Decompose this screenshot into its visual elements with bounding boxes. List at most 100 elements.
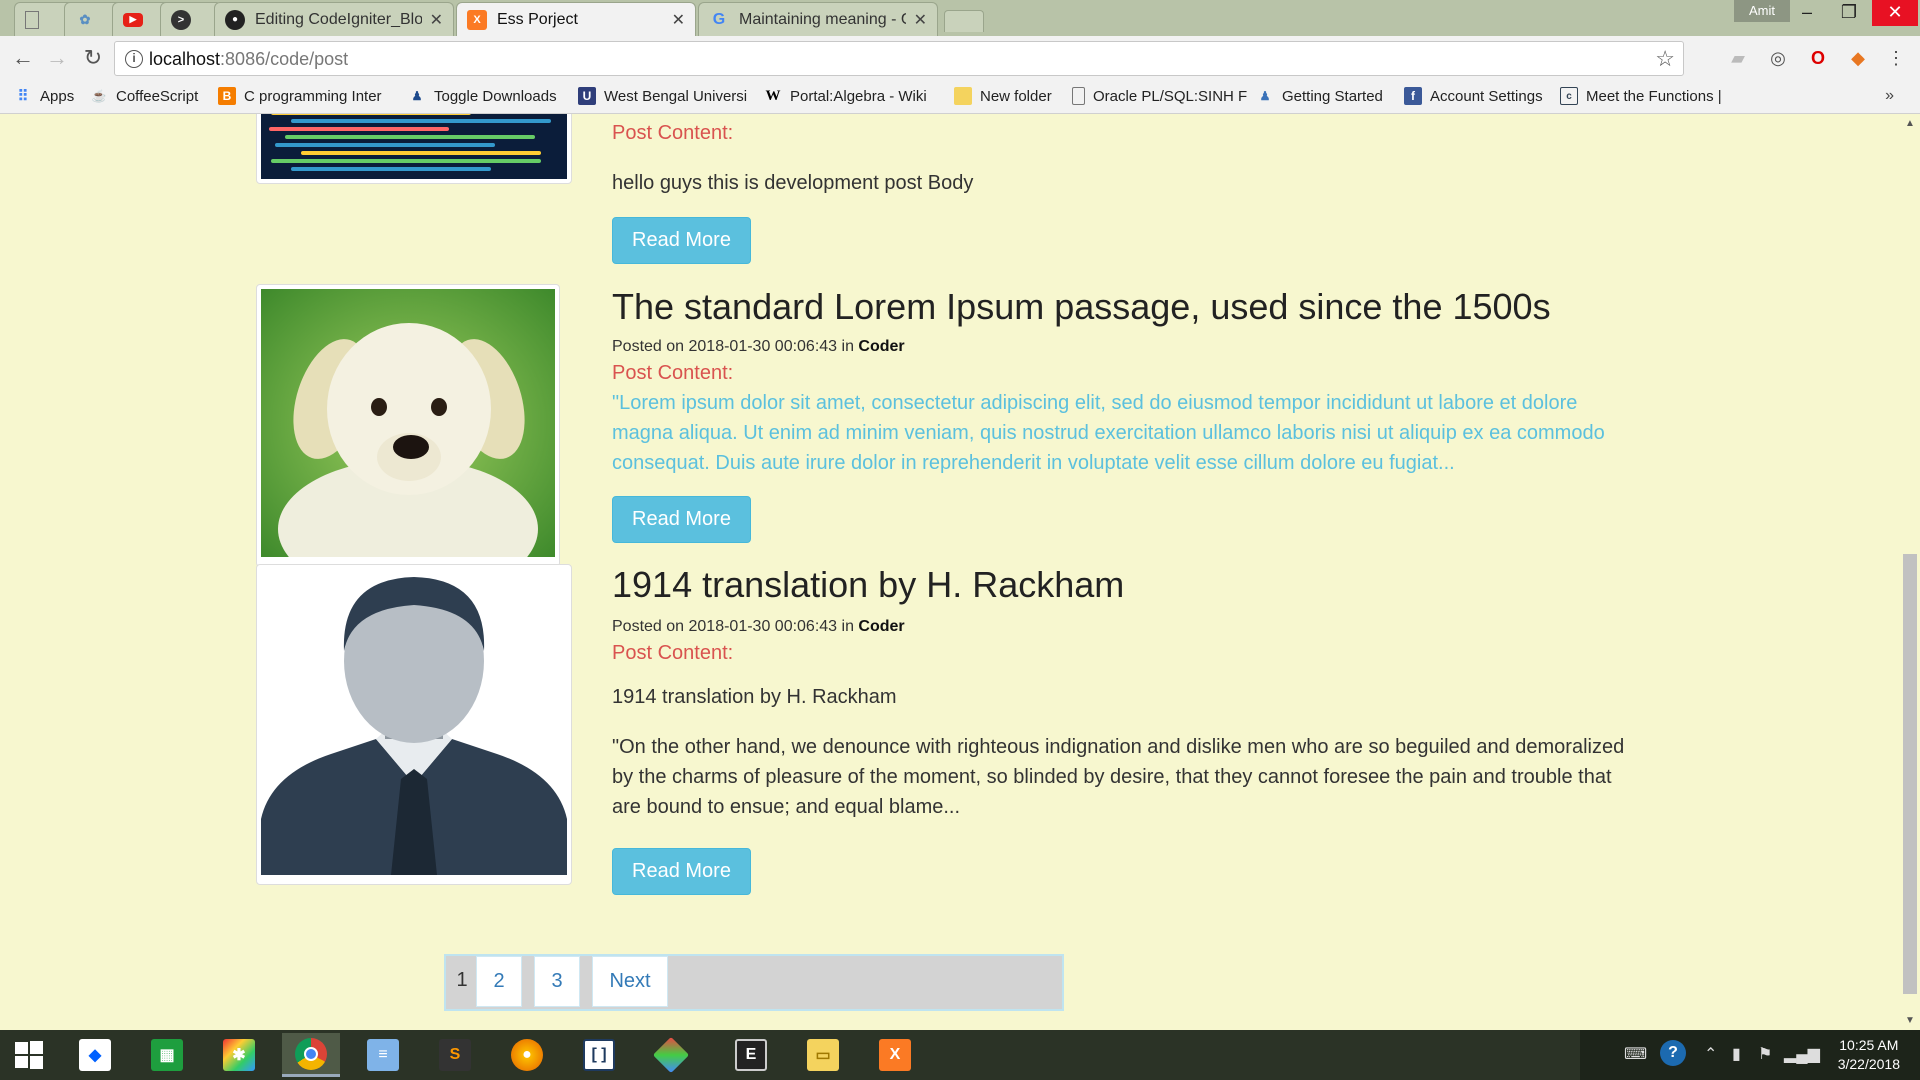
post-body: "Lorem ipsum dolor sit amet, consectetur… <box>612 392 1605 474</box>
extension-radar-icon[interactable]: ◎ <box>1766 46 1790 70</box>
terminal-icon: E <box>735 1039 767 1071</box>
scroll-down-icon[interactable]: ▼ <box>1903 1015 1917 1026</box>
user-icon: ♟ <box>1259 89 1271 103</box>
keyboard-icon[interactable]: ⌨ <box>1624 1044 1647 1064</box>
bookmark-toggle-downloads[interactable]: ♟ Toggle Downloads <box>408 87 557 105</box>
bookmark-apps[interactable]: ⠿ Apps <box>14 87 75 106</box>
taskbar-file-explorer[interactable]: ▭ <box>794 1033 852 1077</box>
windows-logo-icon <box>15 1041 43 1069</box>
scroll-up-icon[interactable]: ▲ <box>1903 118 1917 129</box>
address-bar[interactable]: i localhost:8086/code/post ☆ <box>114 41 1684 76</box>
apps-grid-icon: ⠿ <box>17 88 29 105</box>
menu-kebab-icon[interactable]: ⋮ <box>1884 46 1908 70</box>
taskbar-store[interactable]: ▦ <box>138 1033 196 1077</box>
close-icon[interactable]: ✕ <box>914 10 927 30</box>
read-more-button[interactable]: Read More <box>612 496 751 543</box>
bookmark-getting-started[interactable]: ♟ Getting Started <box>1256 87 1383 105</box>
blank-page-icon <box>25 10 39 29</box>
folder-icon: ▭ <box>807 1039 839 1071</box>
post-content-label: Post Content: <box>612 122 734 144</box>
post-title[interactable]: The standard Lorem Ipsum passage, used s… <box>612 286 1551 328</box>
opera-icon[interactable]: O <box>1806 46 1830 70</box>
taskbar-notepad[interactable]: ≡ <box>354 1033 412 1077</box>
taskbar-terminal[interactable]: E <box>722 1033 780 1077</box>
clock-time: 10:25 AM <box>1839 1037 1899 1053</box>
forward-button[interactable]: → <box>42 44 72 74</box>
folder-icon <box>954 87 972 105</box>
post-category[interactable]: Coder <box>858 618 904 635</box>
bookmark-oracle[interactable]: Oracle PL/SQL:SINH F <box>1072 87 1247 105</box>
close-icon[interactable]: ✕ <box>430 10 443 30</box>
maximize-button[interactable]: ❐ <box>1826 0 1872 26</box>
bookmark-star-icon[interactable]: ☆ <box>1655 46 1675 72</box>
bookmark-c-programming[interactable]: BC programming Inter <box>218 87 382 105</box>
bookmark-meet-functions[interactable]: c Meet the Functions | <box>1560 87 1722 105</box>
info-icon[interactable]: i <box>125 50 143 68</box>
taskbar-firefox[interactable]: ● <box>498 1033 556 1077</box>
taskbar-photos[interactable]: ✱ <box>210 1033 268 1077</box>
bookmark-west-bengal[interactable]: U West Bengal Universi <box>578 87 747 105</box>
notepad-icon: ≡ <box>367 1039 399 1071</box>
tab-google[interactable]: G Maintaining meaning - G ✕ <box>698 2 938 36</box>
network-icon[interactable]: ▂▄▆ <box>1784 1044 1820 1064</box>
app-icon: ✿ <box>79 11 91 27</box>
post-title[interactable]: 1914 translation by H. Rackham <box>612 564 1124 606</box>
tab-ess-project[interactable]: X Ess Porject ✕ <box>456 2 696 36</box>
tab-terminal[interactable]: > <box>160 2 222 36</box>
close-icon[interactable]: ✕ <box>672 10 685 30</box>
terminal-icon: > <box>171 9 191 30</box>
scrollbar-thumb[interactable] <box>1903 554 1917 994</box>
post-subtitle: 1914 translation by H. Rackham <box>612 686 897 708</box>
system-clock[interactable]: 10:25 AM 3/22/2018 <box>1838 1036 1900 1074</box>
pagination: 1 2 3 Next <box>444 954 1064 1011</box>
profile-user-chip[interactable]: Amit <box>1734 0 1790 22</box>
bookmark-new-folder[interactable]: New folder <box>954 87 1052 105</box>
metamask-icon[interactable]: ◆ <box>1846 46 1870 70</box>
windows-taskbar: ◆ ▦ ✱ ≡ S ● [ ] E ▭ X ⌨ ? ⌃ ▮ ⚑ ▂▄▆ 10:2… <box>0 1030 1920 1080</box>
back-button[interactable]: ← <box>8 44 38 74</box>
page-link-2[interactable]: 2 <box>476 956 522 1007</box>
start-button[interactable] <box>0 1033 58 1077</box>
page-icon <box>1072 87 1085 105</box>
browser-toolbar: ← → ↻ i localhost:8086/code/post ☆ ▰ ◎ O… <box>0 36 1920 81</box>
next-page-link[interactable]: Next <box>592 956 668 1007</box>
post-meta: Posted on 2018-01-30 00:06:43 in Coder <box>612 338 905 355</box>
clock-date: 3/22/2018 <box>1837 1056 1900 1072</box>
tab-strip: ✿ ▶ > ● Editing CodeIgniter_Blog ✕ X Ess… <box>0 0 1920 36</box>
taskbar-chrome[interactable] <box>282 1033 340 1077</box>
help-icon[interactable]: ? <box>1660 1040 1686 1066</box>
dropbox-icon: ◆ <box>79 1039 111 1071</box>
taskbar-dropbox[interactable]: ◆ <box>66 1033 124 1077</box>
bookmark-account-settings[interactable]: f Account Settings <box>1404 87 1543 105</box>
taskbar-xampp[interactable]: X <box>866 1033 924 1077</box>
taskbar-brackets[interactable]: [ ] <box>570 1033 628 1077</box>
post-content-label: Post Content: <box>612 642 734 664</box>
new-tab-button[interactable] <box>944 10 984 32</box>
close-window-button[interactable]: ✕ <box>1872 0 1918 26</box>
tab-title: Ess Porject <box>497 10 578 28</box>
page-link-3[interactable]: 3 <box>534 956 580 1007</box>
bookmarks-bar: ⠿ Apps ☕ CoffeeScript BC programming Inter… <box>0 81 1920 114</box>
flag-icon[interactable]: ⚑ <box>1758 1044 1772 1064</box>
post-category[interactable]: Coder <box>858 338 904 355</box>
bookmark-coffeescript[interactable]: ☕ CoffeeScript <box>90 87 199 105</box>
bookmark-wikipedia[interactable]: W Portal:Algebra - Wiki <box>764 87 927 105</box>
extension-icon[interactable]: ▰ <box>1726 46 1750 70</box>
more-bookmarks-icon[interactable]: » <box>1885 87 1894 105</box>
post-meta: Posted on 2018-01-30 00:06:43 in Coder <box>612 618 905 635</box>
chevron-up-icon[interactable]: ⌃ <box>1704 1044 1717 1064</box>
taskbar-app[interactable] <box>642 1033 700 1077</box>
tab-title: Editing CodeIgniter_Blog <box>255 10 422 28</box>
url-text[interactable]: localhost:8086/code/post <box>149 49 348 70</box>
tab-github[interactable]: ● Editing CodeIgniter_Blog ✕ <box>214 2 454 36</box>
reload-button[interactable]: ↻ <box>78 44 108 74</box>
taskbar-sublime[interactable]: S <box>426 1033 484 1077</box>
read-more-button[interactable]: Read More <box>612 217 751 264</box>
page-scrollbar[interactable]: ▲ ▼ <box>1900 114 1920 1030</box>
photos-icon: ✱ <box>223 1039 255 1071</box>
minimize-button[interactable]: – <box>1784 0 1830 26</box>
tab-title: Maintaining meaning - G <box>739 10 906 28</box>
battery-icon[interactable]: ▮ <box>1732 1044 1741 1064</box>
read-more-button[interactable]: Read More <box>612 848 751 895</box>
doc-icon: c <box>1560 87 1578 105</box>
